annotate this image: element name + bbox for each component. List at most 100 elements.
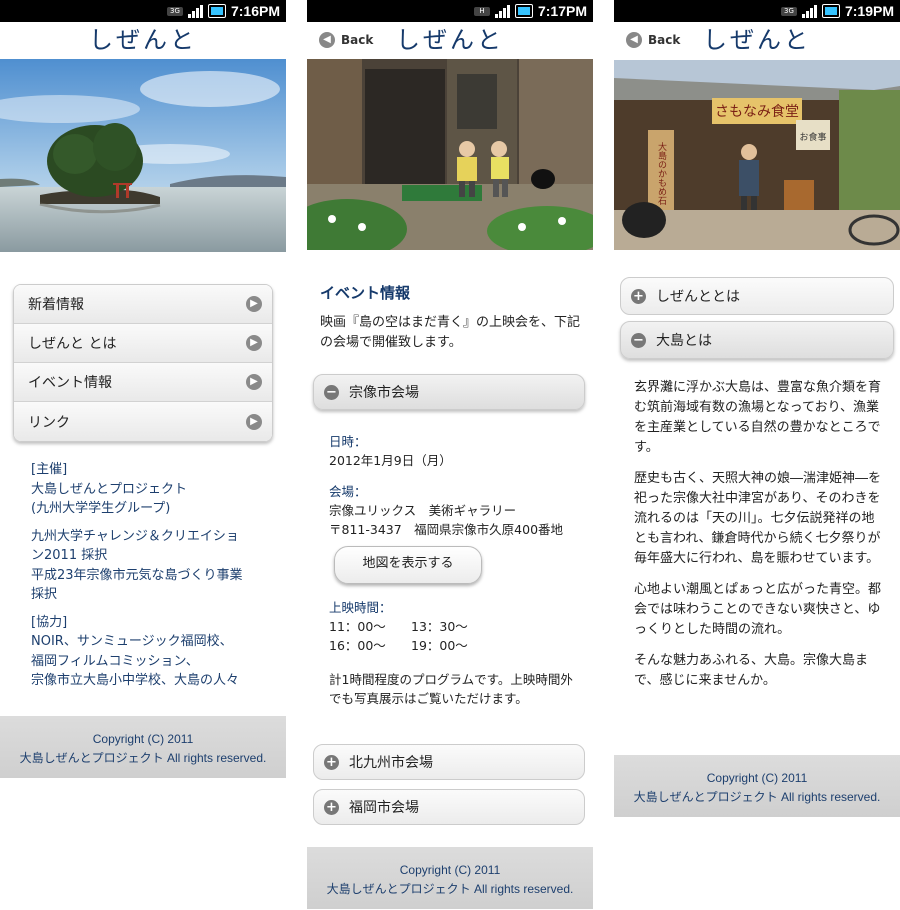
venue-munakata-toggle[interactable]: − 宗像市会場	[313, 374, 585, 410]
copyright-text: Copyright (C) 2011	[92, 732, 194, 746]
event-date: 日時： 2012年1月9日（月）	[329, 432, 579, 470]
plus-icon: +	[631, 288, 646, 304]
menu-item-label: リンク	[28, 414, 70, 431]
footer: Copyright (C) 2011 大島しぜんとプロジェクト All righ…	[614, 755, 900, 817]
footer-owner: 大島しぜんとプロジェクト	[326, 882, 471, 896]
paragraph: 心地よい潮風とぱぁっと広がった青空。都会では味わうことのできない爽快さと、ゆっく…	[634, 582, 882, 637]
battery-icon	[207, 4, 226, 18]
event-place: 会場： 宗像ユリックス 美術ギャラリー 〒811-3437 福岡県宗像市久原40…	[329, 482, 579, 539]
venue-kitakyushu-toggle[interactable]: + 北九州市会場	[313, 744, 585, 780]
signal-icon	[187, 4, 203, 18]
copyright-text: Copyright (C) 2011	[399, 863, 501, 877]
menu-item-label: 新着情報	[28, 297, 84, 313]
network-3g-icon: 3G	[780, 6, 797, 16]
status-time: 7:17PM	[537, 3, 587, 19]
venue-label: 北九州市会場	[349, 755, 433, 771]
plus-icon: +	[324, 754, 339, 770]
footer: Copyright (C) 2011 大島しぜんとプロジェクト All righ…	[0, 716, 286, 778]
event-intro: 映画『島の空はまだ青く』の上映会を、下記の会場で開催致します。	[320, 315, 581, 350]
footer: Copyright (C) 2011 大島しぜんとプロジェクト All righ…	[307, 847, 593, 909]
screen-home: 3G 7:16PM しぜんと 新着情報 ▶ しぜんと とは ▶ イベント情報 ▶…	[0, 0, 286, 910]
showtime: 11：00～	[329, 619, 386, 634]
showtimes: 上映時間： 11：00～ 13：30～ 16：00～ 19：00～	[329, 598, 579, 655]
status-bar: 3G 7:19PM	[614, 0, 900, 22]
cooperation-line: NOIR、サンミュージック福岡校、	[31, 634, 233, 649]
shop-photo: さもなみ食堂 大島のかもめ石 お食事	[614, 60, 900, 250]
place-label: 会場：	[329, 484, 367, 499]
minus-icon: −	[631, 332, 646, 348]
back-arrow-icon: ◀	[626, 32, 642, 48]
network-3g-icon: 3G	[166, 6, 183, 16]
plus-icon: +	[324, 799, 339, 815]
venue-fukuoka-toggle[interactable]: + 福岡市会場	[313, 789, 585, 825]
show-map-button[interactable]: 地図を表示する	[334, 546, 482, 584]
back-button[interactable]: ◀ Back	[626, 32, 680, 48]
status-time: 7:19PM	[844, 3, 894, 19]
footer-rights: All rights reserved.	[163, 751, 267, 765]
children-photo	[307, 59, 593, 250]
paragraph: 玄界灘に浮かぶ大島は、豊富な魚介類を育む筑前海域有数の漁場となっており、漁業を主…	[634, 380, 882, 455]
menu-item-news[interactable]: 新着情報 ▶	[14, 285, 272, 324]
menu-item-events[interactable]: イベント情報 ▶	[14, 363, 272, 402]
about-oshima-toggle[interactable]: − 大島とは	[620, 321, 894, 359]
section-title: イベント情報	[320, 284, 411, 302]
app-title: しぜんと	[703, 26, 811, 54]
place-address: 〒811-3437 福岡県宗像市久原400番地	[329, 522, 564, 537]
showtime: 19：00～	[411, 638, 468, 653]
showtime-label: 上映時間：	[329, 600, 392, 615]
screen-events: H 7:17PM ◀ Back しぜんと イベント情報 映画『島の空はまだ青く』…	[307, 0, 593, 910]
organizer-heading: [主催]	[31, 462, 68, 477]
credits: [主催] 大島しぜんとプロジェクト (九州大学学生グループ) 九州大学チャレンジ…	[31, 460, 271, 699]
app-header: ◀ Back しぜんと	[307, 22, 593, 59]
place-name: 宗像ユリックス 美術ギャラリー	[329, 503, 517, 518]
program-line: 九州大学チャレンジ＆クリエイショ	[31, 528, 239, 544]
showtime: 13：30～	[411, 619, 468, 634]
screen-about: 3G 7:19PM ◀ Back しぜんと さもなみ食堂 大島のかもめ石 お食事	[614, 0, 900, 910]
menu-item-label: イベント情報	[28, 375, 112, 391]
app-header: しぜんと	[0, 22, 286, 59]
date-value: 2012年1月9日（月）	[329, 453, 452, 468]
main-menu: 新着情報 ▶ しぜんと とは ▶ イベント情報 ▶ リンク ▶	[13, 284, 273, 442]
venue-label: 福岡市会場	[349, 800, 419, 816]
island-photo	[0, 59, 286, 252]
app-header: ◀ Back しぜんと	[614, 22, 900, 59]
menu-item-links[interactable]: リンク ▶	[14, 402, 272, 441]
paragraph: 歴史も古く、天照大神の娘―湍津姫神―を祀った宗像大社中津宮があり、そのわきを流れ…	[634, 471, 882, 566]
signal-icon	[494, 4, 510, 18]
battery-icon	[821, 4, 840, 18]
copyright-text: Copyright (C) 2011	[706, 771, 808, 785]
menu-item-label: しぜんと とは	[28, 336, 117, 352]
about-shizento-toggle[interactable]: + しぜんととは	[620, 277, 894, 315]
battery-icon	[514, 4, 533, 18]
chevron-right-icon: ▶	[246, 296, 262, 312]
kamome-sign-text: 大島のかもめ石	[656, 141, 667, 206]
back-label: Back	[648, 33, 681, 47]
program-line: 平成23年宗像市元気な島づくり事業	[31, 567, 243, 583]
shop-sign-text: さもなみ食堂	[715, 103, 799, 120]
status-time: 7:16PM	[230, 3, 280, 19]
program-line: 採択	[31, 587, 58, 602]
app-title: しぜんと	[89, 26, 197, 54]
menu-item-about[interactable]: しぜんと とは ▶	[14, 324, 272, 363]
minus-icon: −	[324, 384, 339, 400]
back-label: Back	[341, 33, 374, 47]
footer-rights: All rights reserved.	[777, 790, 881, 804]
cooperation-heading: [協力]	[31, 614, 68, 630]
organizer-line: (九州大学学生グループ)	[31, 501, 171, 516]
app-title: しぜんと	[396, 26, 504, 54]
organizer-line: 大島しぜんとプロジェクト	[31, 481, 188, 497]
footer-owner: 大島しぜんとプロジェクト	[19, 751, 164, 765]
status-bar: H 7:17PM	[307, 0, 593, 22]
footer-owner: 大島しぜんとプロジェクト	[633, 790, 778, 804]
showtime: 16：00～	[329, 638, 386, 653]
signal-icon	[801, 4, 817, 18]
footer-rights: All rights reserved.	[470, 882, 574, 896]
back-button[interactable]: ◀ Back	[319, 32, 373, 48]
paragraph: そんな魅力あふれる、大島。宗像大島まで、感じに来ませんか。	[634, 653, 869, 688]
chevron-right-icon: ▶	[246, 413, 262, 430]
section-label: しぜんととは	[656, 289, 740, 305]
back-arrow-icon: ◀	[319, 32, 335, 48]
chevron-right-icon: ▶	[246, 374, 262, 390]
cooperation-line: 福岡フィルムコミッション、	[31, 653, 199, 669]
status-bar: 3G 7:16PM	[0, 0, 286, 22]
